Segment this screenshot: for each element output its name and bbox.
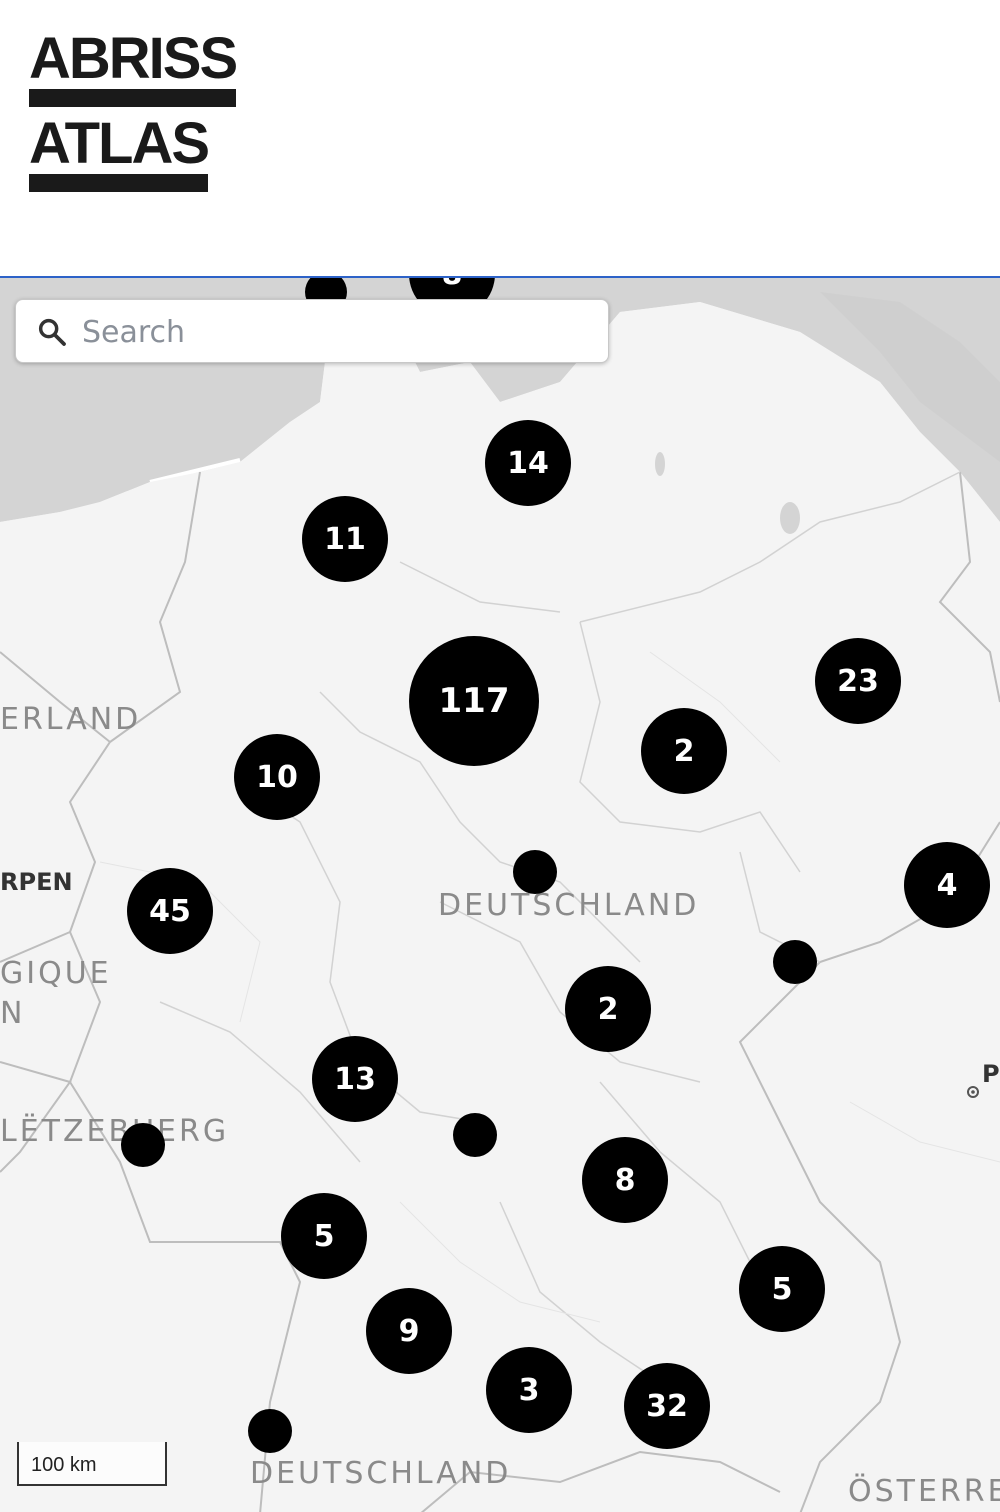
map-point-marker[interactable] (513, 850, 557, 894)
map-point-marker[interactable] (453, 1113, 497, 1157)
country-label-belgique: GIQUE (0, 956, 112, 991)
map-point-marker[interactable] (773, 940, 817, 984)
map-cluster-marker[interactable]: 13 (312, 1036, 398, 1122)
map-cluster-marker[interactable]: 3 (486, 1347, 572, 1433)
country-label-deutschland-south: DEUTSCHLAND (250, 1456, 512, 1491)
country-label-belgien: N (0, 996, 26, 1031)
map-cluster-marker[interactable]: 8 (582, 1137, 668, 1223)
city-label-praha: PI (982, 1060, 1000, 1088)
city-label-antwerpen: RPEN (0, 868, 73, 896)
country-label-nederland: ERLAND (0, 702, 142, 737)
map-point-marker[interactable] (248, 1409, 292, 1453)
search-icon (38, 318, 66, 346)
map-cluster-marker[interactable]: 32 (624, 1363, 710, 1449)
scale-bar: 100 km (17, 1442, 167, 1486)
map-cluster-marker[interactable]: 9 (366, 1288, 452, 1374)
map-cluster-marker[interactable]: 4 (904, 842, 990, 928)
map-cluster-marker[interactable]: 117 (409, 636, 539, 766)
scale-label: 100 km (31, 1454, 97, 1476)
logo-line-1[interactable]: ABRISS (29, 30, 238, 107)
map-cluster-marker[interactable]: 11 (302, 496, 388, 582)
map-cluster-marker[interactable]: 2 (565, 966, 651, 1052)
map-cluster-marker[interactable]: 5 (739, 1246, 825, 1332)
search-input[interactable] (80, 300, 594, 364)
country-label-letzebuerg: LËTZEBUERG (0, 1114, 230, 1149)
map-view[interactable]: ERLAND RPEN GIQUE N LËTZEBUERG DEUTSCHLA… (0, 276, 1000, 1512)
logo-line-2[interactable]: ATLAS (29, 115, 210, 192)
map-cluster-marker[interactable]: 5 (281, 1193, 367, 1279)
search-box[interactable] (15, 299, 609, 364)
map-point-marker[interactable] (121, 1123, 165, 1167)
map-cluster-marker[interactable]: 14 (485, 420, 571, 506)
country-label-deutschland: DEUTSCHLAND (438, 888, 700, 923)
map-cluster-marker[interactable]: 23 (815, 638, 901, 724)
country-label-oesterreich: ÖSTERREICH (848, 1474, 1000, 1509)
site-header: ABRISS ATLAS (0, 0, 1000, 276)
map-cluster-marker[interactable]: 10 (234, 734, 320, 820)
map-cluster-marker[interactable]: 2 (641, 708, 727, 794)
map-cluster-marker[interactable]: 45 (127, 868, 213, 954)
